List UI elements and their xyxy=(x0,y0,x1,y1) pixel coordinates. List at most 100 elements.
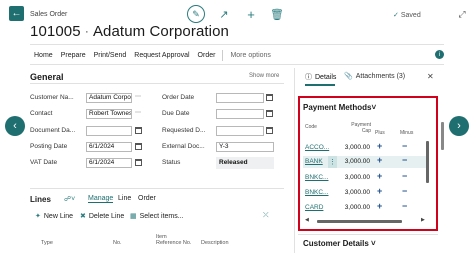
plus-button[interactable]: + xyxy=(377,141,382,151)
filter-clear-icon[interactable]: ⤫ xyxy=(263,212,269,220)
breadcrumb: Sales Order xyxy=(30,11,68,18)
payment-method-code[interactable]: ACCO... xyxy=(305,144,329,151)
plus-button[interactable]: + xyxy=(377,201,382,211)
edit-pencil-icon[interactable]: ✎ xyxy=(187,5,205,23)
delete-icon[interactable]: 🗑 xyxy=(269,6,285,22)
plus-button[interactable]: + xyxy=(377,171,382,181)
requested-delivery-date-field[interactable] xyxy=(216,126,264,136)
horizontal-scrollbar[interactable] xyxy=(317,220,402,223)
new-line-label: New Line xyxy=(43,212,74,220)
column-description[interactable]: Description xyxy=(201,240,229,246)
action-bar: Home Prepare Print/Send Request Approval… xyxy=(30,48,444,62)
contact-field[interactable]: Robert Townes xyxy=(86,109,132,119)
panel-scrollbar[interactable] xyxy=(441,122,444,150)
vat-date-label: VAT Date xyxy=(30,159,58,166)
scroll-right-icon[interactable]: ▶ xyxy=(421,217,425,223)
order-date-label: Order Date xyxy=(162,94,195,101)
lookup-icon[interactable]: ⋯ xyxy=(135,109,141,116)
close-panel-icon[interactable]: ✕ xyxy=(427,72,434,81)
divider xyxy=(30,188,284,189)
previous-record-icon[interactable]: ‹ xyxy=(5,116,25,136)
tab-details[interactable]: ⓘ Details xyxy=(305,72,336,82)
calendar-icon[interactable] xyxy=(135,127,142,134)
column-type[interactable]: Type xyxy=(41,240,53,246)
divider xyxy=(30,64,444,65)
action-home[interactable]: Home xyxy=(30,52,57,59)
customer-details-title[interactable]: Customer Details ˅ xyxy=(303,239,376,248)
delete-line-icon: ✖ xyxy=(80,213,86,220)
action-separator xyxy=(222,49,224,61)
payment-method-code[interactable]: BNKC... xyxy=(305,189,328,196)
panel-divider xyxy=(294,68,295,253)
column-no[interactable]: No. xyxy=(113,240,122,246)
paperclip-icon: 📎 xyxy=(344,73,353,80)
add-icon[interactable]: + xyxy=(243,6,259,22)
more-options[interactable]: More options xyxy=(226,52,274,59)
tab-attachments-label: Attachments (3) xyxy=(355,72,406,80)
new-line-button[interactable]: ✦ New Line xyxy=(35,212,74,221)
calendar-icon[interactable] xyxy=(266,110,273,117)
tab-order[interactable]: Order xyxy=(138,195,156,202)
minus-button[interactable]: − xyxy=(402,201,407,211)
minus-button[interactable]: − xyxy=(402,155,407,165)
due-date-field[interactable] xyxy=(216,109,264,119)
column-code[interactable]: Code xyxy=(305,124,317,130)
row-menu-icon[interactable]: ⋮ xyxy=(328,156,337,168)
vat-date-field[interactable]: 6/1/2024 xyxy=(86,158,132,168)
minus-button[interactable]: − xyxy=(402,141,407,151)
posting-date-label: Posting Date xyxy=(30,143,68,150)
payment-method-code[interactable]: BNKC... xyxy=(305,174,328,181)
select-items-icon: ▦ xyxy=(130,213,137,220)
lookup-icon[interactable]: ⋯ xyxy=(135,93,141,100)
scroll-left-icon[interactable]: ◀ xyxy=(305,217,309,223)
calendar-icon[interactable] xyxy=(266,127,273,134)
payment-method-code[interactable]: CARD xyxy=(305,204,323,211)
contact-label: Contact xyxy=(30,110,53,117)
info-icon[interactable]: i xyxy=(435,50,444,59)
calendar-icon[interactable] xyxy=(266,94,273,101)
plus-button[interactable]: + xyxy=(377,186,382,196)
divider xyxy=(298,234,438,235)
order-number: 101005 xyxy=(30,23,81,40)
tab-line[interactable]: Line xyxy=(118,195,131,202)
document-date-field[interactable] xyxy=(86,126,132,136)
divider xyxy=(30,83,284,84)
next-record-icon[interactable]: › xyxy=(449,116,469,136)
show-more-link[interactable]: Show more xyxy=(249,73,279,79)
action-order[interactable]: Order xyxy=(194,52,220,59)
lines-options-icon[interactable]: ☍˅ xyxy=(64,195,75,203)
order-date-field[interactable] xyxy=(216,93,264,103)
back-arrow-icon[interactable]: ← xyxy=(9,6,24,21)
divider xyxy=(30,44,444,45)
action-prepare[interactable]: Prepare xyxy=(57,52,90,59)
action-print-send[interactable]: Print/Send xyxy=(90,52,131,59)
payment-methods-title[interactable]: Payment Methods˅ xyxy=(303,103,376,112)
tab-manage[interactable]: Manage xyxy=(88,195,114,203)
vertical-scrollbar[interactable] xyxy=(426,141,429,183)
tab-attachments[interactable]: 📎 Attachments (3) xyxy=(344,72,406,81)
calendar-icon[interactable] xyxy=(135,159,142,166)
delete-line-button[interactable]: ✖ Delete Line xyxy=(80,212,124,221)
plus-button[interactable]: + xyxy=(377,155,382,165)
customer-name-field[interactable]: Adatum Corpora xyxy=(86,93,132,103)
minus-button[interactable]: − xyxy=(402,171,407,181)
payment-cap-value: 3,000.00 xyxy=(344,189,370,196)
info-circle-icon: ⓘ xyxy=(305,74,312,81)
calendar-icon[interactable] xyxy=(135,143,142,150)
column-plus[interactable]: Plus xyxy=(375,130,385,136)
payment-method-code[interactable]: BANK xyxy=(305,158,323,165)
column-item-reference-no[interactable]: Item Reference No. xyxy=(156,234,192,246)
external-document-field[interactable]: Y-3 xyxy=(216,142,274,152)
payment-cap-value: 3,000.00 xyxy=(344,158,370,165)
share-icon[interactable]: ↗ xyxy=(216,6,232,22)
minus-button[interactable]: − xyxy=(402,186,407,196)
expand-icon[interactable]: ⤢ xyxy=(456,8,468,20)
posting-date-field[interactable]: 6/1/2024 xyxy=(86,142,132,152)
column-minus[interactable]: Minus xyxy=(400,130,413,136)
saved-status: ✓ Saved xyxy=(393,11,421,19)
action-request-approval[interactable]: Request Approval xyxy=(130,52,193,59)
status-value: Released xyxy=(216,157,274,169)
select-items-button[interactable]: ▦ Select items... xyxy=(130,212,184,221)
column-payment-cap[interactable]: Payment Cap xyxy=(343,122,371,134)
customer-name-label: Customer Na... xyxy=(30,94,74,101)
